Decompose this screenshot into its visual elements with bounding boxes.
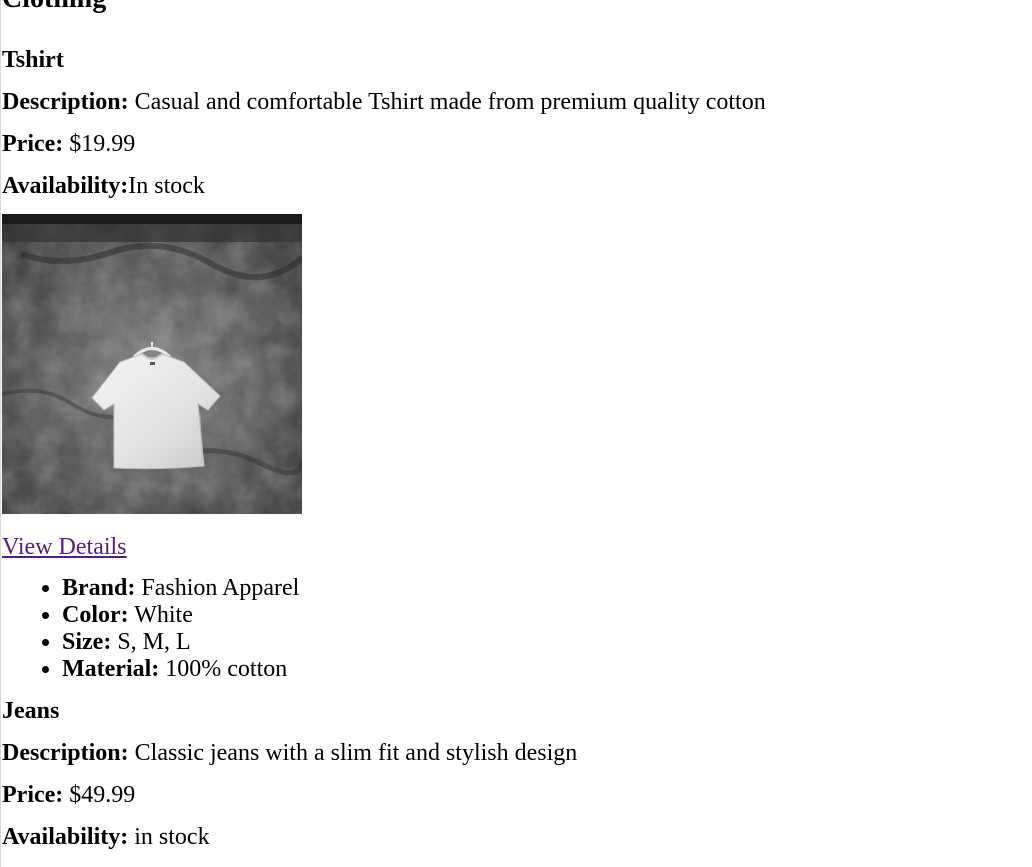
product-availability: Availability: in stock <box>2 823 1022 851</box>
description-value: Casual and comfortable Tshirt made from … <box>134 89 766 115</box>
spec-label: Brand: <box>62 575 136 601</box>
availability-label: Availability: <box>2 173 129 199</box>
product-specs-list: Brand: Fashion Apparel Color: White Size… <box>2 575 1022 683</box>
availability-value: In stock <box>128 173 205 199</box>
product-availability: Availability:In stock <box>2 172 1022 200</box>
price-value: $19.99 <box>69 131 136 157</box>
spec-value: Fashion Apparel <box>141 575 300 601</box>
product-price: Price: $49.99 <box>2 781 1022 809</box>
product-tshirt: Tshirt Description: Casual and comfortab… <box>2 46 1022 683</box>
description-label: Description: <box>2 740 129 766</box>
spec-color: Color: White <box>62 602 1022 629</box>
spec-value: S, M, L <box>117 629 191 655</box>
spec-material: Material: 100% cotton <box>62 656 1022 683</box>
description-label: Description: <box>2 89 129 115</box>
page-left-border <box>0 0 1 867</box>
spec-value: 100% cotton <box>165 656 288 682</box>
product-name: Jeans <box>2 698 60 724</box>
view-details-link[interactable]: View Details <box>2 533 127 561</box>
product-name: Tshirt <box>2 47 64 73</box>
availability-value: in stock <box>134 824 210 850</box>
spec-brand: Brand: Fashion Apparel <box>62 575 1022 602</box>
product-description: Description: Casual and comfortable Tshi… <box>2 88 1022 116</box>
availability-label: Availability: <box>2 824 129 850</box>
page-title: Clothing <box>2 0 1022 16</box>
page-content: Clothing Tshirt Description: Casual and … <box>2 0 1022 865</box>
spec-label: Material: <box>62 656 160 682</box>
spec-label: Color: <box>62 602 129 628</box>
price-value: $49.99 <box>69 782 136 808</box>
product-jeans: Jeans Description: Classic jeans with a … <box>2 697 1022 851</box>
price-label: Price: <box>2 131 64 157</box>
description-value: Classic jeans with a slim fit and stylis… <box>134 740 578 766</box>
spec-value: White <box>134 602 193 628</box>
product-description: Description: Classic jeans with a slim f… <box>2 739 1022 767</box>
product-price: Price: $19.99 <box>2 130 1022 158</box>
spec-size: Size: S, M, L <box>62 629 1022 656</box>
price-label: Price: <box>2 782 64 808</box>
product-image <box>2 214 302 514</box>
spec-label: Size: <box>62 629 112 655</box>
